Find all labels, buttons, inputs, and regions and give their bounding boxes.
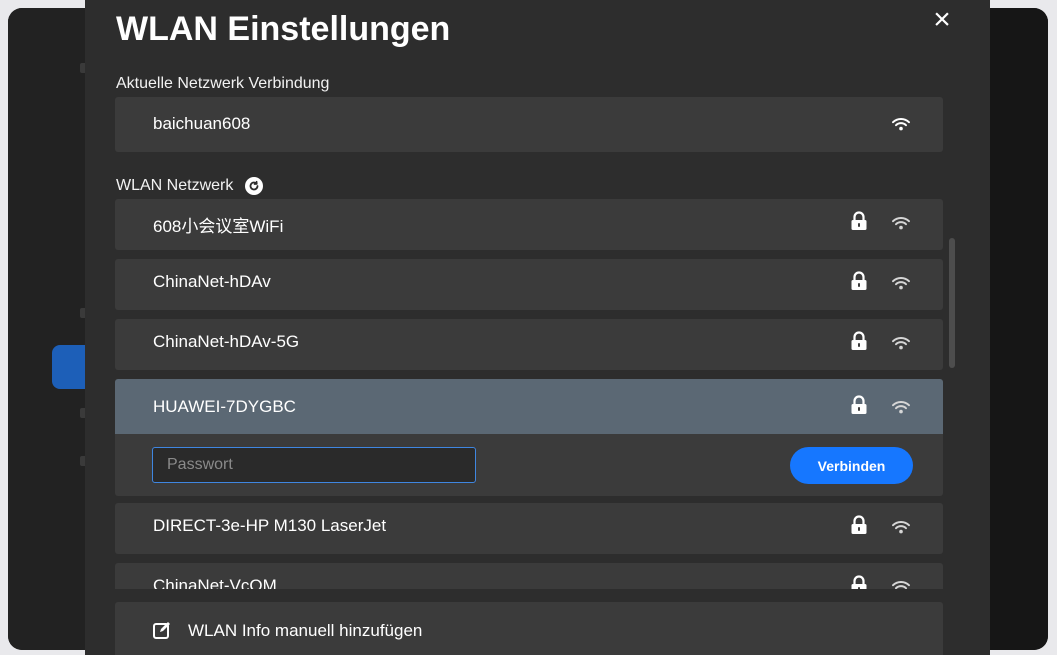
add-wlan-manually-label: WLAN Info manuell hinzufügen xyxy=(188,621,423,640)
lock-icon xyxy=(850,575,868,589)
add-wlan-manually-button[interactable]: WLAN Info manuell hinzufügen xyxy=(115,602,943,655)
scrollbar-thumb[interactable] xyxy=(949,238,955,368)
network-ssid: ChinaNet-VcQM xyxy=(153,576,277,589)
background-active-item xyxy=(52,345,88,389)
network-item[interactable]: ChinaNet-hDAv xyxy=(115,259,943,310)
network-ssid: HUAWEI-7DYGBC xyxy=(153,397,296,416)
current-ssid: baichuan608 xyxy=(153,114,251,133)
network-ssid: ChinaNet-hDAv xyxy=(153,272,271,291)
edit-icon xyxy=(152,620,172,645)
wifi-icon xyxy=(891,579,911,589)
lock-icon xyxy=(850,331,868,356)
network-item[interactable]: HUAWEI-7DYGBC xyxy=(115,379,943,434)
network-ssid: 608小会议室WiFi xyxy=(153,217,284,236)
connect-button[interactable]: Verbinden xyxy=(790,447,913,484)
refresh-icon[interactable] xyxy=(245,177,264,195)
connect-panel: Verbinden xyxy=(115,434,943,496)
network-item[interactable]: 608小会议室WiFi xyxy=(115,199,943,250)
wlan-settings-dialog: WLAN Einstellungen × Aktuelle Netzwerk V… xyxy=(85,0,990,655)
background-panel xyxy=(990,8,1048,650)
wifi-icon xyxy=(891,399,911,420)
password-input[interactable] xyxy=(152,447,476,483)
current-connection-card[interactable]: baichuan608 xyxy=(115,97,943,152)
current-connection-label: Aktuelle Netzwerk Verbindung xyxy=(116,75,330,92)
lock-icon xyxy=(850,395,868,420)
network-item[interactable]: ChinaNet-hDAv-5G xyxy=(115,319,943,370)
wifi-icon xyxy=(891,215,911,236)
network-ssid: DIRECT-3e-HP M130 LaserJet xyxy=(153,516,387,535)
wlan-networks-heading: WLAN Netzwerk xyxy=(116,177,264,195)
lock-icon xyxy=(850,211,868,236)
wlan-network-list: 608小会议室WiFi ChinaNet-hDAv ChinaNet-hDAv-5G… xyxy=(85,199,990,589)
network-list-scrollbar[interactable] xyxy=(949,238,955,368)
lock-icon xyxy=(850,271,868,296)
dialog-title: WLAN Einstellungen xyxy=(116,10,451,48)
network-ssid: ChinaNet-hDAv-5G xyxy=(153,332,300,351)
wifi-icon xyxy=(891,116,911,137)
wifi-icon xyxy=(891,275,911,296)
wifi-icon xyxy=(891,519,911,540)
wifi-icon xyxy=(891,335,911,356)
background-sidebar xyxy=(8,8,90,650)
wlan-networks-label: WLAN Netzwerk xyxy=(116,177,234,194)
network-item[interactable]: ChinaNet-VcQM xyxy=(115,563,943,589)
lock-icon xyxy=(850,515,868,540)
network-item[interactable]: DIRECT-3e-HP M130 LaserJet xyxy=(115,503,943,554)
close-icon[interactable]: × xyxy=(930,5,954,35)
